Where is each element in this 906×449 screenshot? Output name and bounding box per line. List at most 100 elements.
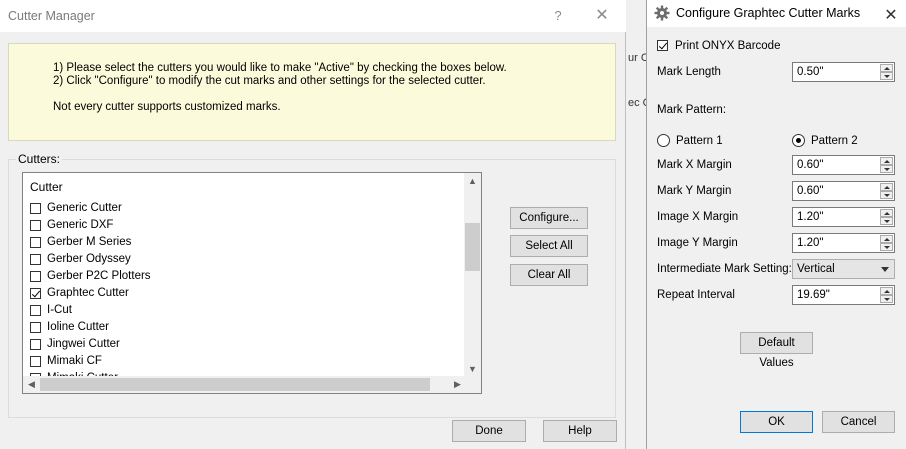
- list-item[interactable]: Gerber P2C Plotters: [30, 269, 460, 286]
- increment-icon[interactable]: [880, 209, 893, 217]
- checkbox[interactable]: [30, 322, 41, 333]
- checkbox[interactable]: [30, 220, 41, 231]
- image-y-margin-label: Image Y Margin: [657, 237, 738, 249]
- scrollbar-corner: [464, 376, 481, 393]
- increment-icon[interactable]: [880, 157, 893, 165]
- dialog-title: Configure Graphtec Cutter Marks: [676, 6, 861, 20]
- decrement-icon[interactable]: [880, 72, 893, 80]
- scroll-thumb[interactable]: [40, 378, 430, 391]
- chevron-down-icon: [881, 267, 889, 272]
- title-bar: Cutter Manager ? ✕: [0, 0, 626, 32]
- clear-all-button[interactable]: Clear All: [510, 264, 588, 286]
- pattern-1-option[interactable]: Pattern 1: [657, 134, 767, 150]
- decrement-icon[interactable]: [880, 295, 893, 303]
- increment-icon[interactable]: [880, 183, 893, 191]
- intermediate-mark-label: Intermediate Mark Setting:: [657, 263, 792, 275]
- ok-button[interactable]: OK: [740, 411, 813, 433]
- default-values-button[interactable]: Default Values: [740, 332, 813, 369]
- cutter-name: Generic DXF: [47, 219, 114, 231]
- pattern-2-label: Pattern 2: [811, 135, 858, 147]
- cutter-name: Jingwei Cutter: [47, 338, 120, 350]
- cutter-manager-window: Cutter Manager ? ✕ 1) Please select the …: [0, 0, 626, 449]
- cutter-name: Gerber M Series: [47, 236, 132, 248]
- spinner-value: 0.60": [797, 159, 824, 171]
- checkbox[interactable]: [30, 203, 41, 214]
- mark-x-margin-label: Mark X Margin: [657, 159, 732, 171]
- mark-y-margin-spinner[interactable]: 0.60": [792, 181, 895, 201]
- list-item[interactable]: Generic DXF: [30, 218, 460, 235]
- instruction-note: Not every cutter supports customized mar…: [53, 101, 281, 113]
- image-x-margin-spinner[interactable]: 1.20": [792, 207, 895, 227]
- scroll-left-icon[interactable]: ◀: [23, 376, 40, 393]
- increment-icon[interactable]: [880, 287, 893, 295]
- instruction-line-2: 2) Click "Configure" to modify the cut m…: [53, 75, 486, 87]
- image-x-margin-label: Image X Margin: [657, 211, 739, 223]
- spinner-value: 0.60": [797, 185, 824, 197]
- checkbox[interactable]: [30, 305, 41, 316]
- vertical-scrollbar[interactable]: ▲ ▼: [464, 173, 481, 378]
- cancel-button[interactable]: Cancel: [822, 411, 895, 433]
- intermediate-mark-dropdown[interactable]: Vertical: [792, 259, 895, 279]
- select-all-button[interactable]: Select All: [510, 235, 588, 257]
- mark-length-label: Mark Length: [657, 66, 721, 78]
- configure-marks-dialog: Configure Graphtec Cutter Marks ✕ Print …: [646, 0, 906, 449]
- list-item[interactable]: I-Cut: [30, 303, 460, 320]
- list-item[interactable]: Gerber M Series: [30, 235, 460, 252]
- spinner-value: 1.20": [797, 237, 824, 249]
- repeat-interval-spinner[interactable]: 19.69": [792, 285, 895, 305]
- spinner-value: 0.50": [797, 66, 824, 78]
- help-button[interactable]: Help: [543, 420, 617, 442]
- checkbox-checked[interactable]: [30, 288, 41, 299]
- help-icon[interactable]: ?: [548, 8, 568, 24]
- checkbox[interactable]: [30, 356, 41, 367]
- decrement-icon[interactable]: [880, 165, 893, 173]
- close-icon[interactable]: ✕: [592, 8, 612, 24]
- title-bar: Configure Graphtec Cutter Marks ✕: [647, 0, 906, 27]
- cutter-name: Ioline Cutter: [47, 321, 110, 333]
- checkbox[interactable]: [30, 271, 41, 282]
- radio-button[interactable]: [657, 134, 670, 147]
- checkbox[interactable]: [30, 254, 41, 265]
- cutter-list[interactable]: Cutter Generic Cutter Generic DXF Gerber…: [22, 172, 482, 394]
- mark-x-margin-spinner[interactable]: 0.60": [792, 155, 895, 175]
- list-item[interactable]: Generic Cutter: [30, 201, 460, 218]
- list-item[interactable]: Gerber Odyssey: [30, 252, 460, 269]
- scroll-up-icon[interactable]: ▲: [464, 173, 481, 190]
- cutters-group-label: Cutters:: [16, 152, 63, 166]
- list-item[interactable]: Mimaki CF: [30, 354, 460, 371]
- close-icon[interactable]: ✕: [883, 5, 899, 25]
- mark-pattern-label: Mark Pattern:: [657, 104, 727, 116]
- image-y-margin-spinner[interactable]: 1.20": [792, 233, 895, 253]
- checkbox[interactable]: [30, 237, 41, 248]
- cutter-name: Generic Cutter: [47, 202, 122, 214]
- mark-length-spinner[interactable]: 0.50": [792, 62, 895, 82]
- decrement-icon[interactable]: [880, 217, 893, 225]
- instructions-panel: 1) Please select the cutters you would l…: [8, 43, 616, 141]
- scroll-thumb[interactable]: [465, 223, 480, 271]
- gear-icon: [654, 5, 670, 21]
- list-item[interactable]: Jingwei Cutter: [30, 337, 460, 354]
- cutter-name: Gerber P2C Plotters: [47, 270, 151, 282]
- increment-icon[interactable]: [880, 235, 893, 243]
- pattern-1-label: Pattern 1: [676, 135, 723, 147]
- spinner-value: 1.20": [797, 211, 824, 223]
- window-title: Cutter Manager: [8, 9, 95, 23]
- increment-icon[interactable]: [880, 64, 893, 72]
- decrement-icon[interactable]: [880, 191, 893, 199]
- radio-button-selected[interactable]: [792, 134, 805, 147]
- list-item[interactable]: Ioline Cutter: [30, 320, 460, 337]
- checkbox-checked[interactable]: [657, 40, 668, 51]
- pattern-2-option[interactable]: Pattern 2: [792, 134, 892, 150]
- cutter-name: I-Cut: [47, 304, 72, 316]
- checkbox[interactable]: [30, 339, 41, 350]
- configure-button[interactable]: Configure...: [510, 207, 588, 229]
- spinner-value: 19.69": [797, 289, 830, 301]
- background-window: ur Cu ec Cu: [626, 0, 657, 449]
- horizontal-scrollbar[interactable]: ◀ ▶: [23, 376, 466, 393]
- print-barcode-label: Print ONYX Barcode: [675, 40, 781, 52]
- cutter-name: Gerber Odyssey: [47, 253, 131, 265]
- list-item[interactable]: Graphtec Cutter: [30, 286, 460, 303]
- done-button[interactable]: Done: [452, 420, 526, 442]
- decrement-icon[interactable]: [880, 243, 893, 251]
- cutter-name: Graphtec Cutter: [47, 287, 129, 299]
